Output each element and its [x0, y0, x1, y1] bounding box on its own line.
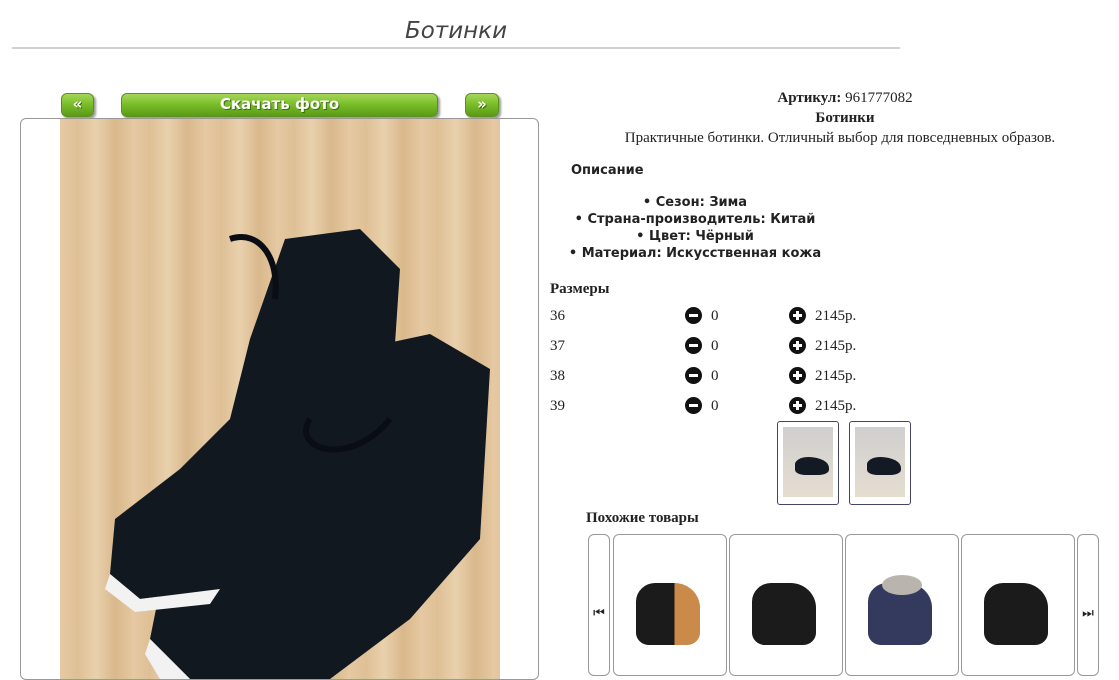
- minus-circle-icon[interactable]: [685, 307, 702, 324]
- skip-back-icon: ⏮: [593, 606, 605, 621]
- similar-product-card[interactable]: [613, 534, 727, 676]
- main-photo-frame: [20, 118, 539, 680]
- minus-circle-icon[interactable]: [685, 367, 702, 384]
- size-quantity: 0: [711, 398, 719, 414]
- description-heading: Описание: [571, 163, 644, 178]
- attribute-item: Цвет: Чёрный: [550, 228, 840, 245]
- title-divider: [12, 47, 900, 49]
- similar-product-card[interactable]: [961, 534, 1075, 676]
- minus-circle-icon[interactable]: [685, 337, 702, 354]
- thumbnail-image: [855, 427, 905, 497]
- sku-value: 961777082: [845, 90, 913, 106]
- photo-thumbnail[interactable]: [777, 421, 839, 505]
- size-value: 36: [550, 308, 565, 324]
- size-row: 39 0 2145р.: [550, 397, 880, 420]
- size-value: 37: [550, 338, 565, 354]
- main-product-photo[interactable]: [60, 119, 500, 679]
- page-title: Ботинки: [404, 18, 508, 44]
- thumbnail-image: [783, 427, 833, 497]
- boots-illustration: [105, 229, 490, 679]
- attribute-item: Сезон: Зима: [550, 194, 840, 211]
- size-quantity: 0: [711, 308, 719, 324]
- size-row: 38 0 2145р.: [550, 367, 880, 390]
- similar-product-card[interactable]: [845, 534, 959, 676]
- size-price: 2145р.: [815, 398, 857, 414]
- next-photo-button[interactable]: »: [465, 93, 499, 117]
- plus-circle-icon[interactable]: [789, 307, 806, 324]
- size-value: 38: [550, 368, 565, 384]
- plus-circle-icon[interactable]: [789, 367, 806, 384]
- similar-product-image: [636, 583, 700, 645]
- sku-line: Артикул: 961777082: [610, 90, 1080, 107]
- prev-photo-button[interactable]: «: [61, 93, 94, 117]
- skip-forward-icon: ⏭: [1082, 606, 1094, 621]
- similar-product-image: [752, 583, 816, 645]
- minus-circle-icon[interactable]: [685, 397, 702, 414]
- carousel-prev-button[interactable]: ⏮: [588, 534, 610, 676]
- size-quantity: 0: [711, 368, 719, 384]
- attribute-item: Страна-производитель: Китай: [550, 211, 840, 228]
- product-name: Ботинки: [815, 110, 875, 126]
- attributes-list: Сезон: Зима Страна-производитель: Китай …: [550, 194, 840, 262]
- plus-circle-icon[interactable]: [789, 397, 806, 414]
- sku-label: Артикул:: [777, 90, 842, 106]
- product-short-description: Практичные ботинки. Отличный выбор для п…: [624, 130, 1056, 146]
- size-value: 39: [550, 398, 565, 414]
- carousel-next-button[interactable]: ⏭: [1077, 534, 1099, 676]
- sizes-heading: Размеры: [550, 281, 610, 297]
- size-price: 2145р.: [815, 368, 857, 384]
- download-photo-button[interactable]: Скачать фото: [121, 93, 438, 117]
- attribute-item: Материал: Искусственная кожа: [550, 245, 840, 262]
- similar-product-image: [984, 583, 1048, 645]
- size-row: 36 0 2145р.: [550, 307, 880, 330]
- photo-thumbnail[interactable]: [849, 421, 911, 505]
- plus-circle-icon[interactable]: [789, 337, 806, 354]
- similar-products-heading: Похожие товары: [586, 510, 699, 526]
- size-price: 2145р.: [815, 308, 857, 324]
- size-row: 37 0 2145р.: [550, 337, 880, 360]
- size-price: 2145р.: [815, 338, 857, 354]
- similar-product-card[interactable]: [729, 534, 843, 676]
- size-quantity: 0: [711, 338, 719, 354]
